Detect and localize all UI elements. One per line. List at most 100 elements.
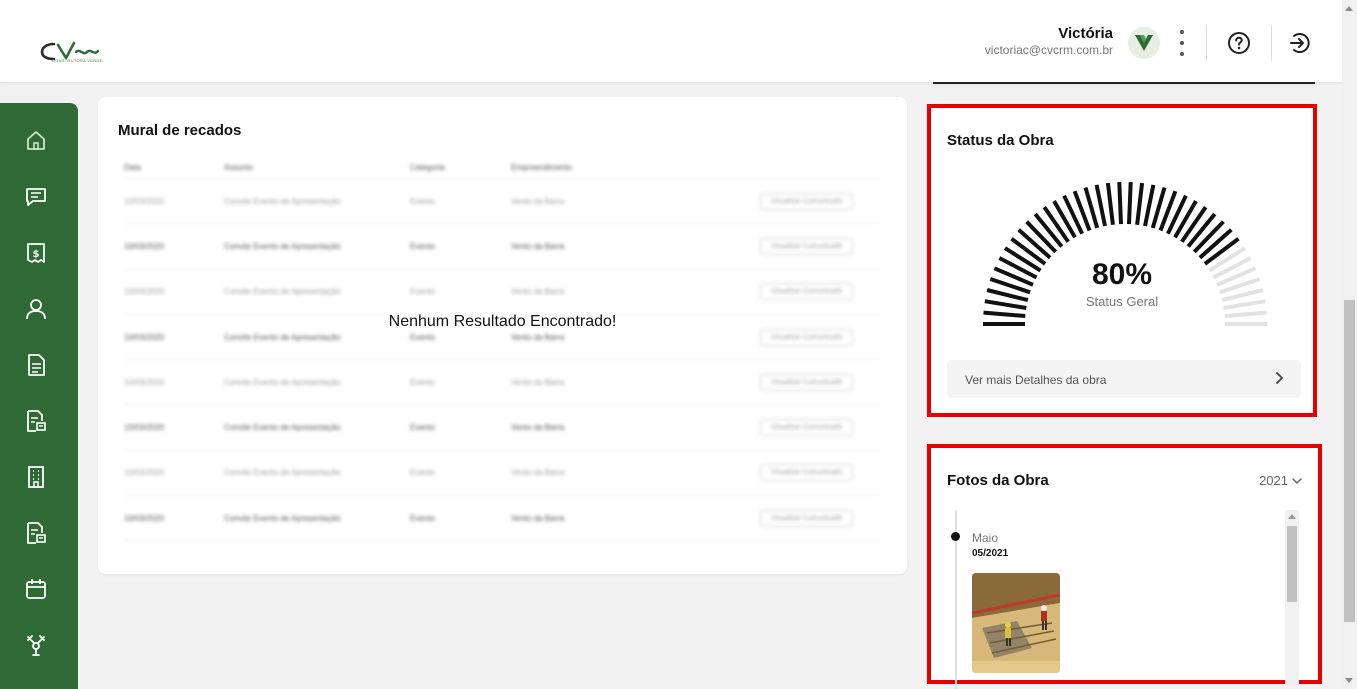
fotos-obra-card: Fotos da Obra 2021 Maio 05/2021 bbox=[927, 444, 1322, 689]
user-email: victoriac@cvcrm.com.br bbox=[984, 43, 1113, 57]
scroll-up-icon[interactable] bbox=[1345, 6, 1353, 11]
col-header-data: Data bbox=[124, 163, 141, 172]
sidebar: $ bbox=[0, 103, 78, 689]
gauge-tick bbox=[1094, 184, 1107, 227]
timeline-month: Maio bbox=[972, 531, 999, 545]
finance-icon[interactable]: $ bbox=[24, 241, 48, 265]
table-row: 10/03/2020 Convite Evento de Apresentaçã… bbox=[124, 270, 880, 315]
year-value: 2021 bbox=[1259, 473, 1288, 488]
col-header-assunto: Assunto bbox=[224, 163, 253, 172]
fotos-title: Fotos da Obra bbox=[947, 472, 1049, 489]
cell-categoria: Evento bbox=[410, 196, 435, 206]
view-message-button[interactable]: Visualizar Comunicado bbox=[759, 419, 854, 437]
gauge-tick bbox=[1224, 310, 1267, 318]
view-message-button[interactable]: Visualizar Comunicado bbox=[759, 464, 854, 482]
logout-icon[interactable] bbox=[1288, 31, 1312, 55]
fotos-scrollbar[interactable] bbox=[1285, 510, 1299, 685]
mural-card: Mural de recados Data Assunto Categoria … bbox=[98, 97, 907, 574]
gauge-tick bbox=[1042, 205, 1070, 243]
cell-empreendimento: Vento da Barra bbox=[511, 196, 565, 206]
user-icon[interactable] bbox=[24, 297, 48, 321]
construction-photo[interactable] bbox=[972, 573, 1060, 673]
user-name: Victória bbox=[1058, 25, 1113, 42]
col-header-categoria: Categoria bbox=[410, 163, 445, 172]
gauge-tick bbox=[983, 310, 1026, 318]
gauge-tick bbox=[1173, 200, 1198, 239]
mural-table: Data Assunto Categoria Empreendimento 10… bbox=[124, 163, 880, 542]
view-message-button[interactable]: Visualizar Comunicado bbox=[759, 237, 854, 255]
empty-state-message: Nenhum Resultado Encontrado! bbox=[388, 313, 617, 330]
cell-categoria: Evento bbox=[410, 423, 435, 433]
cell-categoria: Evento bbox=[410, 241, 435, 251]
view-details-button[interactable]: Ver mais Detalhes da obra bbox=[947, 360, 1301, 398]
calendar-icon[interactable] bbox=[24, 577, 48, 601]
table-row: 10/03/2020 Convite Evento de Apresentaçã… bbox=[124, 405, 880, 451]
scroll-thumb[interactable] bbox=[1344, 300, 1355, 622]
cell-empreendimento: Vento da Barra bbox=[511, 332, 565, 342]
gauge-tick bbox=[1052, 200, 1077, 239]
cell-empreendimento: Vento da Barra bbox=[511, 287, 565, 297]
mural-title: Mural de recados bbox=[118, 122, 242, 139]
timeline-date: 05/2021 bbox=[972, 548, 1009, 559]
gauge-tick bbox=[1143, 184, 1156, 227]
cell-empreendimento: Vento da Barra bbox=[511, 377, 565, 387]
view-message-button[interactable]: Visualizar Comunicado bbox=[759, 509, 854, 527]
cell-data: 10/03/2020 bbox=[124, 513, 165, 523]
table-row: 10/03/2020 Convite Evento de Apresentaçã… bbox=[124, 360, 880, 406]
header-divider bbox=[1271, 25, 1272, 61]
cell-data: 10/03/2020 bbox=[124, 468, 165, 478]
table-row: 10/03/2020 Convite Evento de Apresentaçã… bbox=[124, 496, 880, 542]
view-message-button[interactable]: Visualizar Comunicado bbox=[759, 192, 854, 210]
table-row: 10/03/2020 Convite Evento de Apresentaçã… bbox=[124, 451, 880, 497]
cell-categoria: Evento bbox=[410, 377, 435, 387]
gauge-tick bbox=[1180, 205, 1208, 243]
cell-assunto: Convite Evento de Apresentação bbox=[224, 332, 341, 342]
cell-assunto: Convite Evento de Apresentação bbox=[224, 196, 341, 206]
cell-empreendimento: Vento da Barra bbox=[511, 513, 565, 523]
document-search-icon[interactable] bbox=[24, 409, 48, 433]
building-icon[interactable] bbox=[24, 465, 48, 489]
page-scrollbar[interactable] bbox=[1342, 0, 1357, 689]
cell-data: 10/03/2020 bbox=[124, 241, 165, 251]
cell-assunto: Convite Evento de Apresentação bbox=[224, 377, 341, 387]
cell-categoria: Evento bbox=[410, 513, 435, 523]
home-icon[interactable] bbox=[24, 129, 48, 153]
chevron-right-icon bbox=[1276, 372, 1283, 384]
scroll-down-icon[interactable] bbox=[1345, 678, 1353, 683]
scroll-thumb[interactable] bbox=[1287, 526, 1297, 602]
cell-categoria: Evento bbox=[410, 332, 435, 342]
scroll-up-icon[interactable] bbox=[1288, 514, 1296, 519]
gauge-tick bbox=[1127, 182, 1133, 225]
cell-data: 10/03/2020 bbox=[124, 196, 165, 206]
more-options-icon[interactable] bbox=[1174, 30, 1190, 56]
svg-text:$: $ bbox=[33, 249, 40, 260]
gauge-tick bbox=[1117, 182, 1123, 225]
col-header-empreendimento: Empreendimento bbox=[511, 163, 572, 172]
tools-icon[interactable] bbox=[24, 633, 48, 657]
cell-empreendimento: Vento da Barra bbox=[511, 241, 565, 251]
status-percent: 80% bbox=[1091, 258, 1153, 291]
status-sublabel: Status Geral bbox=[1085, 294, 1159, 309]
top-header: CONSTRUTORA VERDE Victória victoriac@cvc… bbox=[0, 0, 1342, 83]
chevron-down-icon bbox=[1292, 477, 1302, 484]
view-message-button[interactable]: Visualizar Comunicado bbox=[759, 373, 854, 391]
table-row: 10/03/2020 Convite Evento de Apresentaçã… bbox=[124, 224, 880, 270]
table-header: Data Assunto Categoria Empreendimento bbox=[124, 163, 880, 179]
divider-line bbox=[933, 82, 1315, 84]
avatar-v-icon bbox=[1135, 35, 1153, 51]
view-details-label: Ver mais Detalhes da obra bbox=[965, 373, 1107, 387]
document-search-icon[interactable] bbox=[24, 521, 48, 545]
document-icon[interactable] bbox=[24, 353, 48, 377]
view-message-button[interactable]: Visualizar Comunicado bbox=[759, 283, 854, 301]
avatar[interactable] bbox=[1128, 27, 1160, 59]
timeline-dot bbox=[951, 532, 960, 541]
cell-empreendimento: Vento da Barra bbox=[511, 468, 565, 478]
cell-categoria: Evento bbox=[410, 287, 435, 297]
cell-data: 10/03/2020 bbox=[124, 332, 165, 342]
view-message-button[interactable]: Visualizar Comunicado bbox=[759, 328, 854, 346]
logo-subtitle: CONSTRUTORA VERDE bbox=[52, 58, 103, 63]
messages-icon[interactable] bbox=[24, 185, 48, 209]
year-select[interactable]: 2021 bbox=[1259, 473, 1302, 488]
table-row: 10/03/2020 Convite Evento de Apresentaçã… bbox=[124, 179, 880, 225]
help-icon[interactable] bbox=[1227, 31, 1251, 55]
